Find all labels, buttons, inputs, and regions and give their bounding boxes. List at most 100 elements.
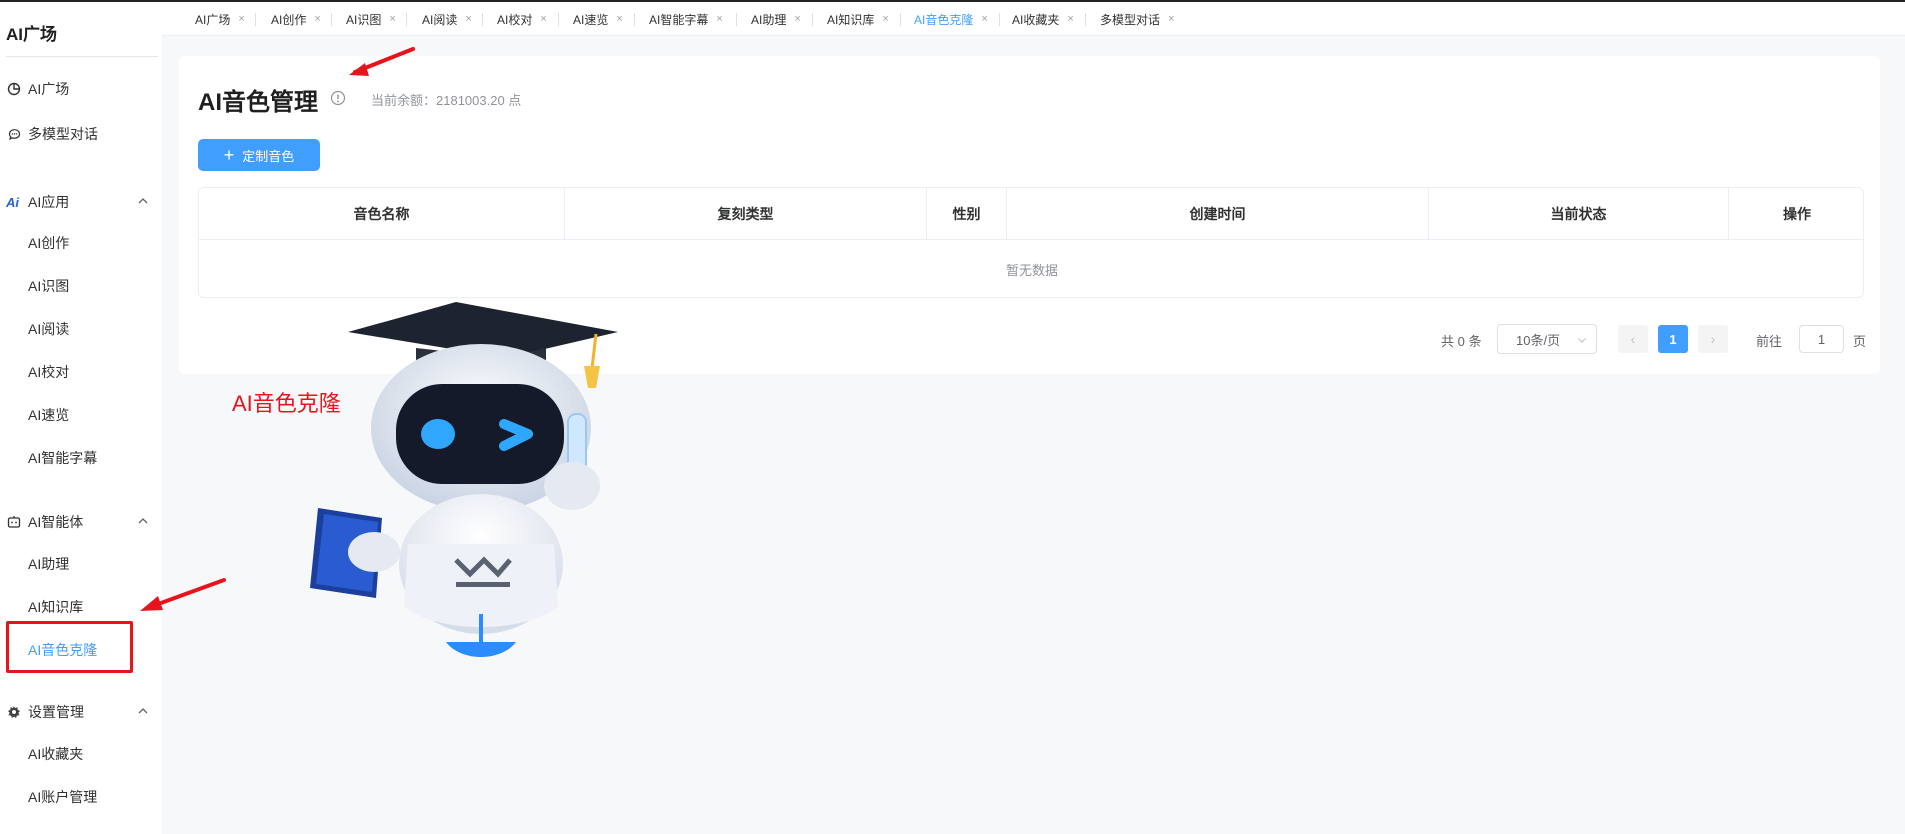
annotation-arrow-icon [140,578,226,611]
tab-label: AI速览 [573,12,609,27]
tab-ai-subtitles[interactable]: AI智能字幕 × [649,2,723,36]
close-icon[interactable]: × [794,13,800,25]
page-number-current[interactable]: 1 [1658,325,1688,353]
goto-page-input[interactable] [1799,325,1844,353]
tab-ai-knowledge-base[interactable]: AI知识库 × [827,2,889,36]
close-icon[interactable]: × [882,13,888,25]
plus-icon: + [223,145,235,165]
page-suffix: 页 [1853,334,1867,349]
sidebar-item-ai-proofread[interactable]: AI校对 [28,358,69,386]
page-title: AI音色管理 [198,89,318,116]
column-header-actions[interactable]: 操作 [1729,188,1863,240]
sidebar-group-label: AI智能体 [28,514,84,530]
tab-divider [900,13,901,26]
chevron-up-icon[interactable] [136,194,150,208]
chevron-up-icon[interactable] [136,514,150,528]
sidebar-group-label: 设置管理 [28,704,84,720]
tab-ai-create[interactable]: AI创作 × [271,2,321,36]
svg-text:Ai: Ai [6,195,19,209]
divider [6,56,158,57]
tab-label: AI知识库 [827,12,875,27]
goto-label: 前往 [1756,334,1783,349]
tab-label: AI阅读 [422,12,458,27]
sidebar-group-ai-apps[interactable]: Ai AI应用 [0,187,162,217]
tab-ai-voice-clone[interactable]: AI音色克隆 × [914,2,988,36]
tab-ai-image-recognition[interactable]: AI识图 × [346,2,396,36]
close-icon[interactable]: × [238,13,244,25]
tab-divider [331,13,332,26]
page-size-select[interactable]: 10条/页 [1497,324,1597,354]
tab-multimodel-chat[interactable]: 多模型对话 × [1100,2,1174,36]
tab-label: 多模型对话 [1100,12,1161,27]
column-header-status[interactable]: 当前状态 [1429,188,1729,240]
sidebar-group-label: AI应用 [28,194,70,210]
tab-divider [406,13,407,26]
tab-divider [634,13,635,26]
tab-label: AI助理 [751,12,787,27]
close-icon[interactable]: × [981,13,987,25]
close-icon[interactable]: × [716,13,722,25]
tab-label: AI识图 [346,12,382,27]
create-voice-button[interactable]: + 定制音色 [198,139,320,171]
close-icon[interactable]: × [1168,13,1174,25]
tab-label: AI广场 [195,12,231,27]
info-icon[interactable] [330,90,346,106]
close-icon[interactable]: × [389,13,395,25]
tab-bar: AI广场 × AI创作 × AI识图 × AI阅读 × AI校对 × AI速览 × AI智能… [162,2,1905,36]
chevron-down-icon [1578,338,1586,343]
column-header-gender[interactable]: 性别 [927,188,1007,240]
tab-ai-reading[interactable]: AI阅读 × [422,2,472,36]
tab-label: AI音色克隆 [914,12,974,27]
sidebar-group-settings[interactable]: 设置管理 [0,697,162,727]
gear-icon [6,704,22,720]
tab-ai-quickview[interactable]: AI速览 × [573,2,623,36]
tab-label: AI校对 [497,12,533,27]
close-icon[interactable]: × [616,13,622,25]
voice-table: 音色名称 复刻类型 性别 创建时间 当前状态 操作 暂无数据 [198,187,1864,298]
close-icon[interactable]: × [540,13,546,25]
table-header: 音色名称 复刻类型 性别 创建时间 当前状态 操作 [199,188,1863,240]
column-header-created-time[interactable]: 创建时间 [1007,188,1429,240]
table-empty-text: 暂无数据 [1005,262,1058,278]
sidebar-item-ai-account[interactable]: AI账户管理 [28,783,97,811]
tab-ai-assistant[interactable]: AI助理 × [751,2,801,36]
column-header-voice-name[interactable]: 音色名称 [199,188,565,240]
close-icon[interactable]: × [314,13,320,25]
robot-mascot-image [310,302,618,657]
close-icon[interactable]: × [465,13,471,25]
chat-bubble-icon [6,126,22,142]
sidebar-item-label: AI广场 [28,81,70,97]
tab-ai-square[interactable]: AI广场 × [195,2,245,36]
tab-divider [482,13,483,26]
next-page-button[interactable]: › [1698,325,1728,353]
sidebar-item-ai-reading[interactable]: AI阅读 [28,315,69,343]
tab-label: AI智能字幕 [649,12,709,27]
column-header-clone-type[interactable]: 复刻类型 [565,188,927,240]
sidebar-item-ai-favorites[interactable]: AI收藏夹 [28,740,83,768]
sidebar-item-label: 多模型对话 [28,126,98,142]
close-icon[interactable]: × [1067,13,1073,25]
chevron-up-icon[interactable] [136,704,150,718]
sidebar-item-ai-create[interactable]: AI创作 [28,229,69,257]
pie-chart-icon [6,81,22,97]
sidebar-item-ai-knowledge-base[interactable]: AI知识库 [28,593,83,621]
sidebar-item-ai-subtitles[interactable]: AI智能字幕 [28,444,97,472]
tab-ai-proofread[interactable]: AI校对 × [497,2,547,36]
prev-page-button[interactable]: ‹ [1618,325,1648,353]
balance-text: 当前余额：2181003.20 点 [371,93,522,108]
sidebar-group-ai-agents[interactable]: AI智能体 [0,507,162,537]
page-size-value: 10条/页 [1516,332,1561,348]
sidebar-item-multimodel-chat[interactable]: 多模型对话 [0,119,162,149]
annotation-highlight-box [6,621,133,673]
tab-label: AI收藏夹 [1012,12,1060,27]
brand-title: AI广场 [6,25,57,44]
tab-divider [736,13,737,26]
robot-icon [6,514,22,530]
tab-divider [999,13,1000,26]
sidebar-item-ai-square[interactable]: AI广场 [0,74,162,104]
sidebar-item-ai-quickview[interactable]: AI速览 [28,401,69,429]
sidebar-item-ai-assistant[interactable]: AI助理 [28,550,69,578]
sidebar-item-ai-image-recognition[interactable]: AI识图 [28,272,69,300]
tab-divider [558,13,559,26]
tab-ai-favorites[interactable]: AI收藏夹 × [1012,2,1074,36]
